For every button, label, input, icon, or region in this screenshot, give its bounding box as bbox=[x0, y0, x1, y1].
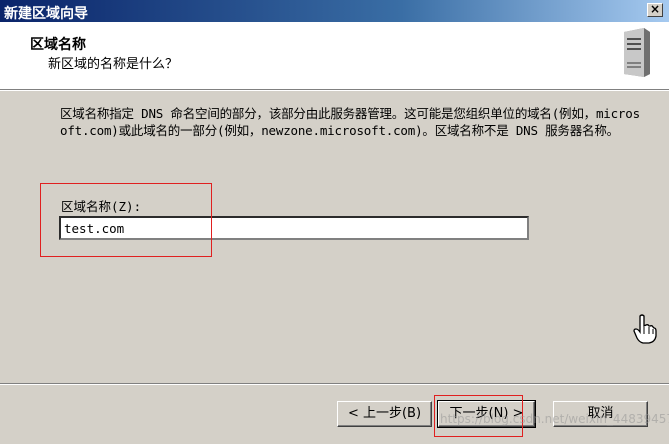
close-icon: × bbox=[649, 2, 661, 16]
server-icon bbox=[624, 28, 650, 77]
hand-cursor-icon bbox=[633, 314, 657, 344]
close-button[interactable]: × bbox=[647, 2, 663, 17]
window-title: 新建区域向导 bbox=[4, 6, 88, 22]
title-bar: 新建区域向导 × bbox=[0, 0, 669, 22]
page-subtitle: 新区域的名称是什么？ bbox=[48, 57, 179, 72]
wizard-header: 区域名称 新区域的名称是什么？ bbox=[0, 22, 669, 89]
zone-name-label: 区域名称(Z): bbox=[61, 199, 142, 214]
zone-name-input[interactable] bbox=[59, 216, 529, 240]
cancel-button[interactable]: 取消 bbox=[553, 401, 648, 427]
footer-divider bbox=[0, 383, 669, 385]
next-button[interactable]: 下一步(N) > bbox=[437, 400, 536, 428]
back-button[interactable]: < 上一步(B) bbox=[337, 401, 432, 427]
description-text: 区域名称指定 DNS 命名空间的部分，该部分由此服务器管理。这可能是您组织单位的… bbox=[60, 106, 640, 138]
page-title: 区域名称 bbox=[30, 37, 86, 53]
header-divider bbox=[0, 89, 669, 91]
